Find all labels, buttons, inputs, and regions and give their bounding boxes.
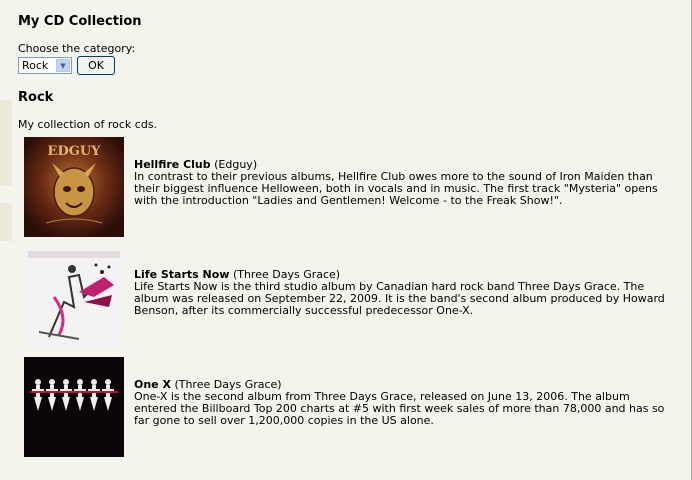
cover-band-logo: EDGUY	[48, 144, 102, 159]
cd-description: One-X is the second album from Three Day…	[134, 390, 665, 427]
cd-text: One X (Three Days Grace) One-X is the se…	[134, 379, 674, 427]
ok-button[interactable]: OK	[77, 56, 115, 75]
category-form: Rock ▼ OK	[18, 56, 115, 75]
album-cover-life-starts-now	[24, 247, 124, 347]
category-select-value: Rock	[22, 59, 49, 72]
cd-description: Life Starts Now is the third studio albu…	[134, 280, 665, 317]
section-title: Rock	[18, 90, 54, 105]
album-cover-hellfire-club: EDGUY	[24, 137, 124, 237]
cd-text: Hellfire Club (Edguy) In contrast to the…	[134, 159, 674, 207]
page-title: My CD Collection	[18, 14, 142, 29]
chevron-down-icon[interactable]: ▼	[56, 59, 70, 72]
category-select[interactable]: Rock ▼	[18, 57, 72, 74]
section-intro: My collection of rock cds.	[18, 118, 158, 131]
category-label: Choose the category:	[18, 42, 136, 55]
cd-description: In contrast to their previous albums, He…	[134, 170, 658, 207]
sidebar-edge-upper	[0, 100, 12, 186]
album-cover-one-x	[24, 357, 124, 457]
cd-text: Life Starts Now (Three Days Grace) Life …	[134, 269, 674, 317]
sidebar-edge-lower	[0, 203, 12, 241]
